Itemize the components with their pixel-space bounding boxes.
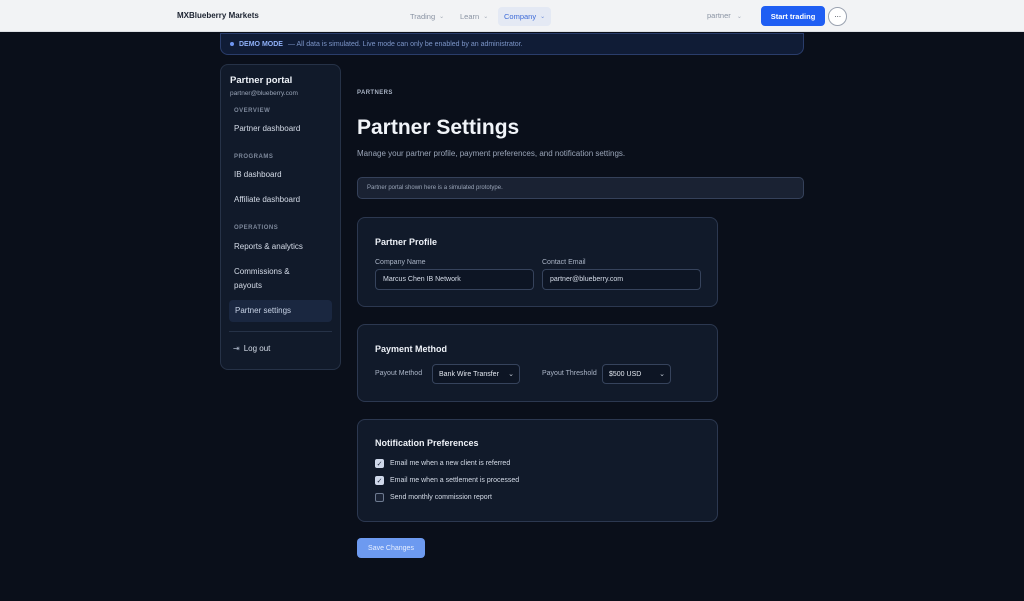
partner-profile-card: Partner Profile Company Name Marcus Chen… [357, 217, 718, 307]
monthly-report-option[interactable]: Send monthly commission report [375, 493, 492, 502]
sidebar-section-overview: OVERVIEW [234, 108, 271, 114]
payment-method-card: Payment Method Payout Method Bank Wire T… [357, 324, 718, 402]
checkbox-checked[interactable]: ✓ [375, 476, 384, 485]
sidebar-email: partner@blueberry.com [230, 90, 298, 97]
logout-label: Log out [243, 344, 271, 353]
sidebar-title: Partner portal [230, 75, 293, 86]
partner-menu-label: partner [707, 11, 731, 20]
payout-method-label: Payout Method [375, 370, 423, 377]
chevron-down-icon: ⌄ [659, 371, 665, 378]
notification-preferences-card: Notification Preferences ✓ Email me when… [357, 419, 718, 522]
sidebar-item-commissions-line2: payouts [234, 281, 263, 290]
monthly-report-label: Send monthly commission report [390, 494, 492, 501]
chevron-down-icon: ⌄ [508, 371, 514, 378]
save-changes-button[interactable]: Save Changes [357, 538, 425, 558]
contact-email-field[interactable]: partner@blueberry.com [542, 269, 701, 290]
page-subtitle: Manage your partner profile, payment pre… [357, 149, 626, 158]
more-options-icon[interactable]: ··· [828, 7, 847, 26]
breadcrumb: PARTNERS [357, 90, 393, 96]
brand-logo[interactable]: MXBlueberry Markets [177, 11, 259, 20]
logout-icon: ⇥ [233, 344, 240, 353]
nav-learn-label: Learn [460, 12, 480, 21]
sidebar-item-partner-settings[interactable]: Partner settings [229, 300, 332, 322]
payout-method-value: Bank Wire Transfer [439, 370, 499, 378]
notify-new-client-option[interactable]: ✓ Email me when a new client is referred [375, 459, 510, 468]
nav-learn[interactable]: Learn ⌄ [454, 7, 494, 26]
status-dot-icon [230, 42, 234, 46]
sidebar-item-affiliate-dashboard[interactable]: Affiliate dashboard [234, 193, 300, 207]
sidebar-section-operations: OPERATIONS [234, 225, 279, 231]
logout-button[interactable]: ⇥ Log out [233, 344, 270, 353]
sidebar-item-commissions[interactable]: Commissions & payouts [234, 265, 290, 293]
chevron-down-icon: ⌄ [439, 14, 445, 20]
partner-menu[interactable]: partner ⌄ [707, 11, 742, 20]
demo-mode-label: DEMO MODE [239, 40, 283, 48]
nav-trading[interactable]: Trading ⌄ [404, 7, 450, 26]
sidebar-item-commissions-line1: Commissions & [234, 267, 290, 276]
nav-company-label: Company [504, 12, 537, 21]
chevron-down-icon: ⌄ [540, 14, 546, 20]
payment-method-title: Payment Method [375, 344, 448, 354]
top-nav: MXBlueberry Markets Trading ⌄ Learn ⌄ Co… [0, 0, 1024, 32]
sidebar-item-partner-dashboard[interactable]: Partner dashboard [234, 122, 300, 136]
demo-mode-message: — All data is simulated. Live mode can o… [287, 40, 523, 48]
sidebar-item-reports[interactable]: Reports & analytics [234, 240, 303, 254]
checkbox-checked[interactable]: ✓ [375, 459, 384, 468]
notify-new-client-label: Email me when a new client is referred [390, 460, 511, 467]
prototype-notice: Partner portal shown here is a simulated… [357, 177, 804, 199]
payout-threshold-label: Payout Threshold [542, 370, 597, 377]
chevron-down-icon: ⌄ [483, 14, 489, 20]
contact-email-label: Contact Email [542, 259, 586, 266]
sidebar-section-programs: PROGRAMS [234, 154, 274, 160]
company-name-label: Company Name [375, 259, 426, 266]
start-trading-button[interactable]: Start trading [761, 6, 825, 26]
sidebar-divider [229, 331, 332, 332]
payout-threshold-value: $500 USD [609, 370, 642, 378]
notify-settlement-label: Email me when a settlement is processed [390, 477, 520, 484]
checkbox-unchecked[interactable] [375, 493, 384, 502]
sidebar-item-ib-dashboard[interactable]: IB dashboard [234, 168, 282, 182]
notification-preferences-title: Notification Preferences [375, 438, 479, 448]
demo-mode-banner: DEMO MODE — All data is simulated. Live … [220, 33, 804, 55]
nav-company[interactable]: Company ⌄ [498, 7, 552, 26]
sidebar: Partner portal partner@blueberry.com OVE… [220, 64, 341, 370]
company-name-field[interactable]: Marcus Chen IB Network [375, 269, 534, 290]
nav-trading-label: Trading [410, 12, 436, 21]
notify-settlement-option[interactable]: ✓ Email me when a settlement is processe… [375, 476, 519, 485]
partner-profile-title: Partner Profile [375, 237, 438, 247]
payout-method-select[interactable]: Bank Wire Transfer ⌄ [432, 364, 520, 384]
page-title: Partner Settings [357, 116, 520, 139]
payout-threshold-select[interactable]: $500 USD ⌄ [602, 364, 671, 384]
chevron-down-icon: ⌄ [736, 14, 742, 20]
